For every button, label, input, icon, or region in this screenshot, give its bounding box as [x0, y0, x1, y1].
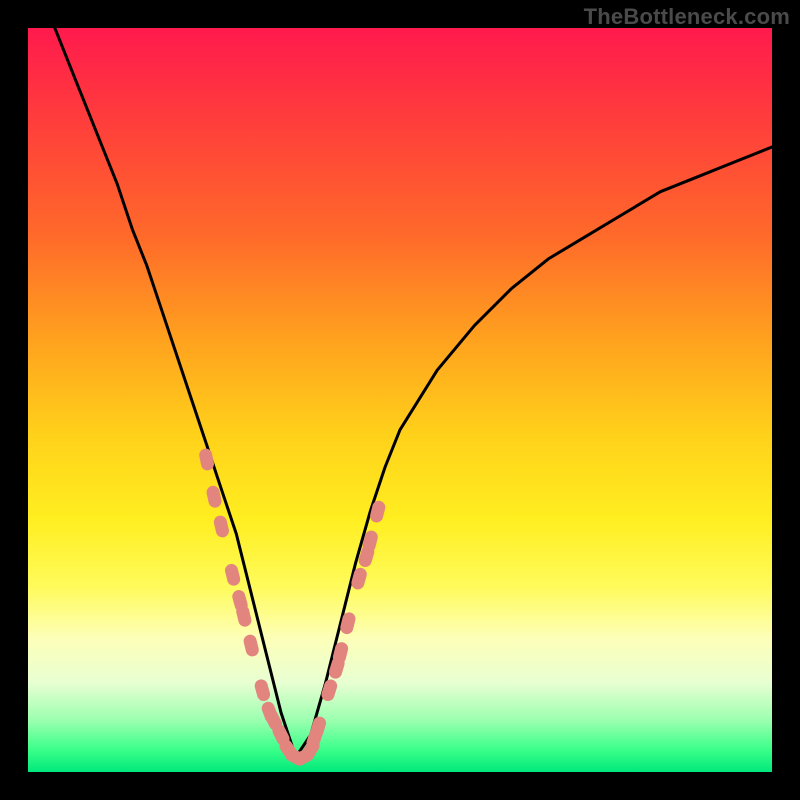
watermark-text: TheBottleneck.com	[584, 4, 790, 30]
bead-marker	[213, 514, 231, 538]
bead-marker	[253, 678, 271, 703]
chart-frame: TheBottleneck.com	[0, 0, 800, 800]
bead-marker	[320, 678, 339, 703]
chart-svg	[28, 28, 772, 772]
bottleneck-curve	[28, 28, 772, 757]
bead-marker	[242, 633, 260, 657]
bead-marker	[369, 499, 387, 523]
bead-marker	[198, 447, 215, 471]
chart-plot-area	[28, 28, 772, 772]
bead-marker	[224, 563, 242, 587]
bead-markers	[198, 447, 387, 767]
